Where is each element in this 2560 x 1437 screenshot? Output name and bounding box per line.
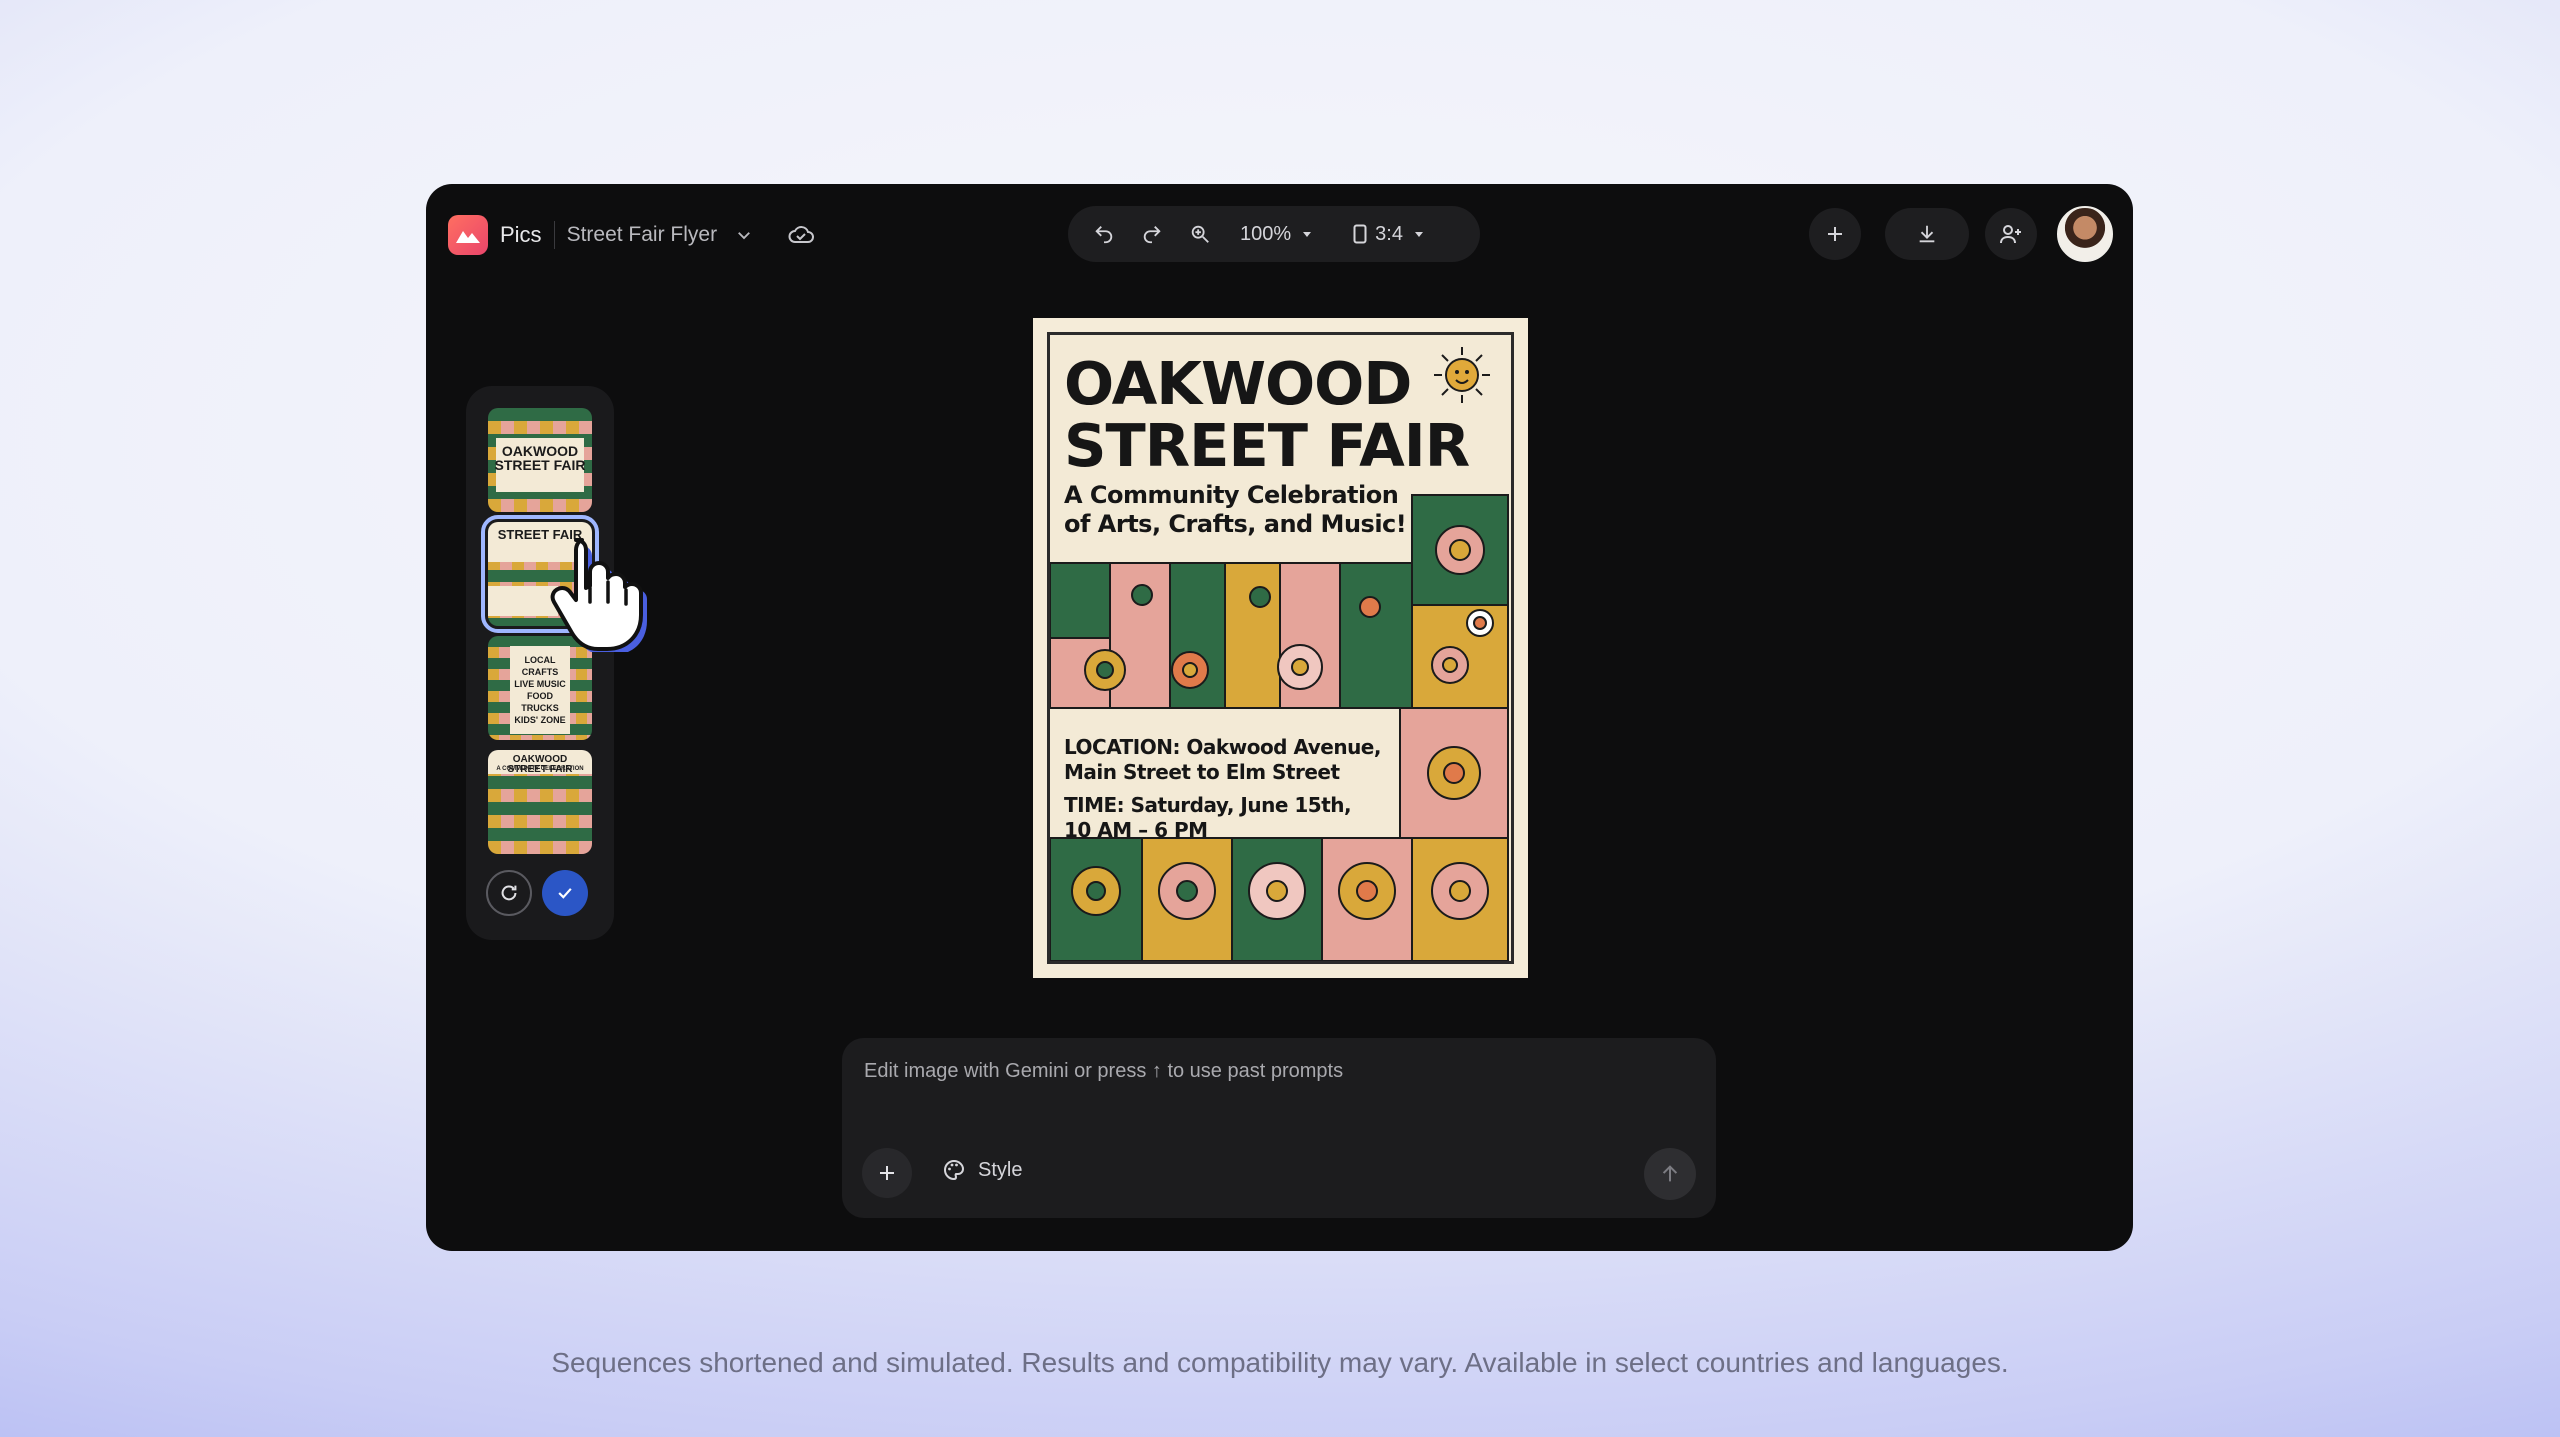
thumbnail-title: OAKWOOD STREET FAIR [507, 754, 573, 775]
canvas-toolbar: 100% 3:4 [1068, 206, 1480, 262]
sun-flower-icon [1427, 746, 1481, 800]
thumbnail-title: LOCAL CRAFTS LIVE MUSIC FOOD TRUCKS KIDS… [514, 655, 566, 725]
redo-button[interactable] [1136, 218, 1168, 250]
zoom-in-button[interactable] [1184, 218, 1216, 250]
poster-subtitle-line-2: of Arts, Crafts, and Music! [1064, 510, 1407, 538]
check-icon [558, 888, 572, 899]
variation-thumbnail-4[interactable]: OAKWOOD STREET FAIR A COMMUNITY CELEBRAT… [488, 750, 592, 854]
generated-image-canvas[interactable]: OAKWOOD STREET FAIR A Community Celebrat… [1033, 318, 1528, 978]
regenerate-button[interactable] [486, 870, 532, 916]
arrow-up-icon [1662, 1165, 1678, 1182]
style-button[interactable]: Style [942, 1158, 1022, 1182]
thumbnail-subtitle: A COMMUNITY CELEBRATION [496, 766, 584, 772]
app-window: Pics Street Fair Flyer 100% 3:4 OAKWOOD … [426, 184, 2133, 1251]
document-title[interactable]: Street Fair Flyer [567, 223, 718, 247]
caret-down-icon [1414, 232, 1423, 237]
poster-title-line-2: STREET FAIR [1064, 411, 1470, 480]
disclaimer-text: Sequences shortened and simulated. Resul… [551, 1347, 2009, 1378]
palette-icon [944, 1159, 965, 1181]
hand-cursor-icon [550, 538, 647, 652]
thumbnail-title: OAKWOOD STREET FAIR [494, 443, 586, 473]
poster-event-info: LOCATION: Oakwood Avenue, Main Street to… [1064, 735, 1394, 843]
app-name: Pics [500, 222, 542, 247]
rail-actions [486, 870, 598, 916]
undo-button[interactable] [1088, 218, 1120, 250]
attach-button[interactable] [862, 1148, 912, 1198]
poster-subtitle: A Community Celebration of Arts, Crafts,… [1064, 481, 1414, 539]
zoom-select[interactable]: 100% [1240, 223, 1313, 246]
prompt-box[interactable]: Edit image with Gemini or press ↑ to use… [842, 1038, 1716, 1218]
download-icon [1919, 225, 1935, 243]
aspect-ratio-value: 3:4 [1375, 222, 1403, 245]
chevron-down-icon[interactable] [735, 226, 753, 244]
poster-location-line-2: Main Street to Elm Street [1064, 760, 1340, 784]
download-button[interactable] [1885, 208, 1969, 260]
accept-button[interactable] [542, 870, 588, 916]
pics-logo-icon[interactable] [448, 215, 488, 255]
add-person-icon [2000, 225, 2021, 244]
variations-rail: OAKWOOD STREET FAIR STREET FAIR LOCAL CR… [466, 386, 614, 940]
share-button[interactable] [1985, 208, 2037, 260]
variation-thumbnail-1[interactable]: OAKWOOD STREET FAIR [488, 408, 592, 512]
poster-subtitle-line-1: A Community Celebration [1064, 481, 1399, 509]
plus-icon [880, 1166, 894, 1180]
app-header: Pics Street Fair Flyer [448, 214, 815, 256]
avatar[interactable] [2057, 206, 2113, 262]
plus-icon [1828, 227, 1842, 241]
cloud-save-icon[interactable] [787, 224, 815, 246]
flower-icon [1435, 525, 1485, 575]
poster-title: OAKWOOD STREET FAIR [1064, 349, 1470, 480]
poster-time-line-2: 10 AM – 6 PM [1064, 818, 1208, 842]
style-label: Style [978, 1158, 1023, 1181]
zoom-level: 100% [1240, 222, 1292, 245]
add-button[interactable] [1809, 208, 1861, 260]
poster: OAKWOOD STREET FAIR A Community Celebrat… [1047, 332, 1514, 964]
portrait-frame-icon [1353, 224, 1367, 244]
send-button[interactable] [1644, 1148, 1696, 1200]
header-divider [553, 221, 555, 249]
prompt-input[interactable]: Edit image with Gemini or press ↑ to use… [864, 1060, 1343, 1083]
poster-title-line-1: OAKWOOD [1064, 349, 1412, 418]
header-actions [1781, 206, 2113, 262]
poster-time-line-1: TIME: Saturday, June 15th, [1064, 793, 1352, 817]
refresh-icon [501, 885, 517, 901]
poster-location-line-1: LOCATION: Oakwood Avenue, [1064, 735, 1381, 759]
caret-down-icon [1303, 232, 1312, 237]
aspect-ratio-select[interactable]: 3:4 [1353, 223, 1425, 246]
